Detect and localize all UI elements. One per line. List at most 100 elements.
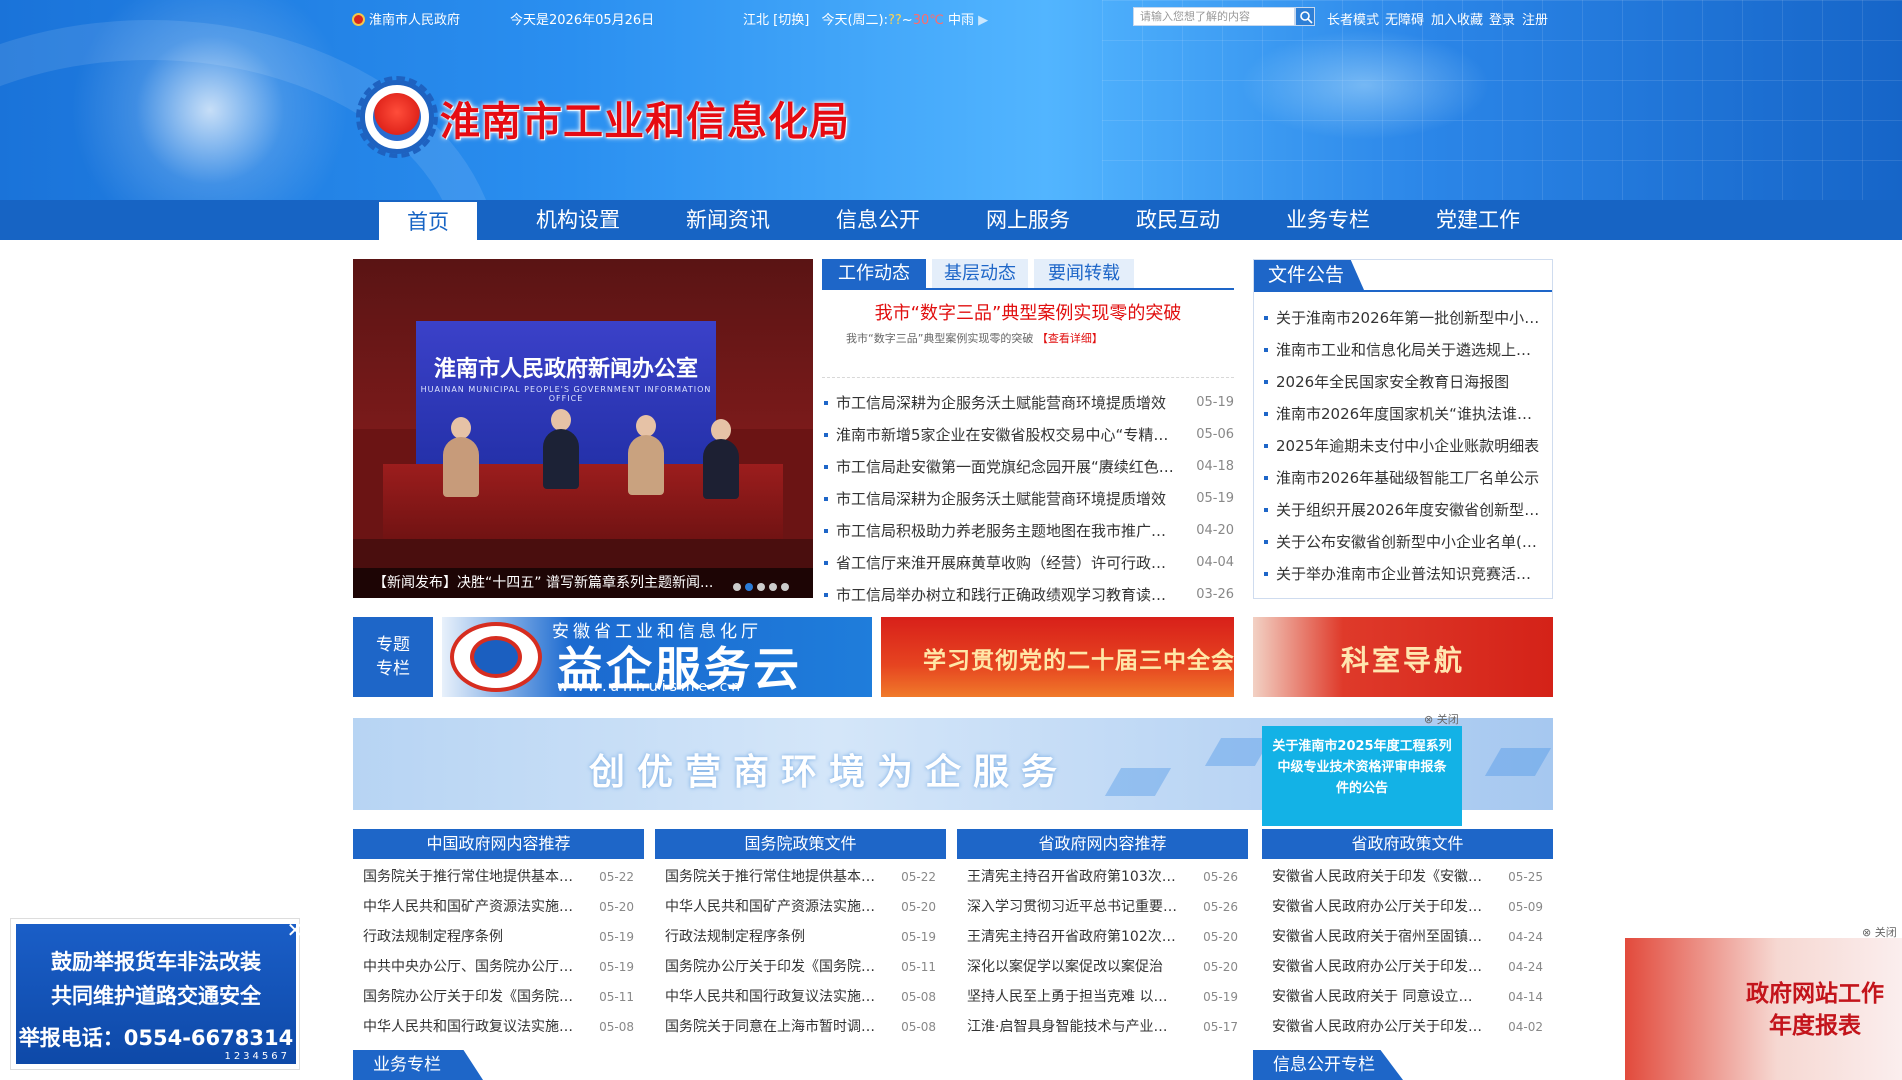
business-section-title[interactable]: 业务专栏	[353, 1050, 483, 1080]
add-favorite-link[interactable]: 加入收藏	[1431, 9, 1483, 28]
bureau-logo-icon[interactable]	[356, 76, 438, 158]
notice-item-title[interactable]: 2025年逾期未支付中小企业账款明细表	[1276, 430, 1544, 462]
news-title[interactable]: 市工信局赴安徽第一面党旗纪念园开展“赓续红色血脉”主题党日活动	[836, 451, 1176, 483]
study-banner[interactable]: 学习贯彻党的二十届三中全会精神	[881, 617, 1234, 697]
list-item[interactable]: 行政法规制定程序条例 05-19	[353, 922, 644, 952]
item-title[interactable]: 王清宪主持召开省政府第103次常务会议	[967, 862, 1177, 892]
list-item[interactable]: 国务院关于推行常住地提供基本公共服务的意见 05-22	[655, 862, 946, 892]
nav-info-disclosure[interactable]: 信息公开	[818, 200, 938, 240]
item-title[interactable]: 国务院关于同意在上海市暂时调整实施有关行政法规规定的批复	[665, 1012, 875, 1042]
list-item[interactable]: 王清宪主持召开省政府第103次常务会议 05-26	[957, 862, 1248, 892]
item-title[interactable]: 江淮·启智具身智能技术与产业发展大会	[967, 1012, 1177, 1042]
notice-item-title[interactable]: 关于淮南市2026年第一批创新型中小企业名单的公示	[1276, 302, 1544, 334]
float-report-ad[interactable]: 鼓励举报货车非法改装 共同维护道路交通安全 举报电话：0554-6678314 …	[10, 918, 303, 1070]
view-details-link[interactable]: 【查看详细】	[1037, 332, 1103, 345]
item-title[interactable]: 行政法规制定程序条例	[363, 922, 573, 952]
item-title[interactable]: 国务院关于推行常住地提供基本公共服务的意见	[665, 862, 875, 892]
list-item[interactable]: 深化以案促学以案促改以案促治 05-20	[957, 952, 1248, 982]
list-item[interactable]: 市工信局举办树立和践行正确政绩观学习教育读书班 03-26	[822, 579, 1234, 611]
close-icon[interactable]: ✕	[285, 920, 305, 941]
list-item[interactable]: 省工信厅来淮开展麻黄草收购（经营）许可行政审批工作 04-04	[822, 547, 1234, 579]
list-item[interactable]: 行政法规制定程序条例 05-19	[655, 922, 946, 952]
list-item[interactable]: 中共中央办公厅、国务院办公厅印发意见 05-19	[353, 952, 644, 982]
item-title[interactable]: 中华人民共和国矿产资源法实施条例	[665, 892, 875, 922]
register-link[interactable]: 注册	[1522, 9, 1548, 28]
nav-interaction[interactable]: 政民互动	[1118, 200, 1238, 240]
news-title[interactable]: 市工信局举办树立和践行正确政绩观学习教育读书班	[836, 579, 1176, 611]
item-title[interactable]: 安徽省人民政府关于宿州至固镇铁路项目的批复	[1272, 922, 1482, 952]
department-nav-banner[interactable]: 科室导航	[1253, 617, 1553, 697]
list-item[interactable]: 安徽省人民政府关于宿州至固镇铁路项目的批复 04-24	[1262, 922, 1553, 952]
item-title[interactable]: 安徽省人民政府办公厅关于印发行动方案的通知	[1272, 1012, 1482, 1042]
item-title[interactable]: 国务院关于推行常住地提供基本公共服务的意见	[363, 862, 573, 892]
list-item[interactable]: 安徽省人民政府关于 同意设立省级开发区的批复 04-14	[1262, 982, 1553, 1012]
list-item[interactable]: 市工信局深耕为企服务沃土赋能营商环境提质增效 05-19	[822, 387, 1234, 419]
item-title[interactable]: 王清宪主持召开省政府第102次常务会议	[967, 922, 1177, 952]
item-title[interactable]: 安徽省人民政府办公厅关于印发工作方案的通知	[1272, 952, 1482, 982]
slide-dot[interactable]	[769, 583, 777, 591]
nav-online-service[interactable]: 网上服务	[968, 200, 1088, 240]
item-title[interactable]: 中华人民共和国行政复议法实施条例	[665, 982, 875, 1012]
list-item[interactable]: 中华人民共和国行政复议法实施条例 05-08	[655, 982, 946, 1012]
news-slideshow[interactable]: 淮南市人民政府新闻办公室 HUAINAN MUNICIPAL PEOPLE'S …	[353, 259, 813, 598]
tab-reprinted-news[interactable]: 要闻转载	[1034, 259, 1134, 288]
item-title[interactable]: 坚持人民至上勇于担当克难 以实干实绩践行初心	[967, 982, 1177, 1012]
item-title[interactable]: 行政法规制定程序条例	[665, 922, 875, 952]
list-item[interactable]: 2025年逾期未支付中小企业账款明细表	[1264, 430, 1544, 462]
item-title[interactable]: 中共中央办公厅、国务院办公厅印发意见	[363, 952, 573, 982]
notice-item-title[interactable]: 关于公布安徽省创新型中小企业名单(2026年第一批)的通知	[1276, 526, 1544, 558]
item-title[interactable]: 国务院办公厅关于印发《国务院2026年度立法工作计划》的通知	[665, 952, 875, 982]
news-headline[interactable]: 我市“数字三品”典型案例实现零的突破	[822, 299, 1234, 325]
news-title[interactable]: 市工信局深耕为企服务沃土赋能营商环境提质增效	[836, 483, 1176, 515]
annual-report-ad[interactable]: 政府网站工作 年度报表	[1625, 938, 1902, 1080]
list-item[interactable]: 2026年全民国家安全教育日海报图	[1264, 366, 1544, 398]
weather-switch-link[interactable]: [切换]	[773, 13, 809, 28]
search-input[interactable]: 请输入您想了解的内容	[1133, 7, 1295, 26]
list-item[interactable]: 安徽省人民政府关于印发《安徽省推进计划》的通知 05-25	[1262, 862, 1553, 892]
slide-dot[interactable]	[757, 583, 765, 591]
notice-title[interactable]: 文件公告	[1254, 260, 1364, 290]
nav-news[interactable]: 新闻资讯	[668, 200, 788, 240]
nav-party-building[interactable]: 党建工作	[1418, 200, 1538, 240]
service-cloud-banner[interactable]: 安徽省工业和信息化厅 益企服务云 www.anhuisme.cn	[442, 617, 872, 697]
float-ad-pager[interactable]: 1234567	[224, 1051, 290, 1062]
notice-item-title[interactable]: 淮南市2026年基础级智能工厂名单公示	[1276, 462, 1544, 494]
item-title[interactable]: 深化以案促学以案促改以案促治	[967, 952, 1177, 982]
list-item[interactable]: 国务院办公厅关于印发《国务院2026年度立法工作计划》的通知 05-11	[353, 982, 644, 1012]
list-item[interactable]: 中华人民共和国矿产资源法实施条例 05-20	[655, 892, 946, 922]
list-item[interactable]: 江淮·启智具身智能技术与产业发展大会 05-17	[957, 1012, 1248, 1042]
gov-site-link[interactable]: 淮南市人民政府	[352, 9, 460, 28]
item-title[interactable]: 安徽省人民政府办公厅关于印发实施方案的通知	[1272, 892, 1482, 922]
close-popup-button[interactable]: ⊗ 关闭	[1424, 711, 1459, 727]
list-item[interactable]: 市工信局积极助力养老服务主题地图在我市推广应用 04-20	[822, 515, 1234, 547]
search-button[interactable]	[1295, 7, 1315, 26]
item-title[interactable]: 中华人民共和国行政复议法实施条例	[363, 1012, 573, 1042]
column-title[interactable]: 省政府网内容推荐	[957, 829, 1248, 859]
list-item[interactable]: 市工信局深耕为企服务沃土赋能营商环境提质增效 05-19	[822, 483, 1234, 515]
tab-work-news[interactable]: 工作动态	[822, 259, 926, 288]
notice-item-title[interactable]: 淮南市2026年度国家机关“谁执法谁普法”责任清单	[1276, 398, 1544, 430]
nav-organization[interactable]: 机构设置	[518, 200, 638, 240]
list-item[interactable]: 坚持人民至上勇于担当克难 以实干实绩践行初心 05-19	[957, 982, 1248, 1012]
login-link[interactable]: 登录	[1489, 9, 1515, 28]
column-title[interactable]: 中国政府网内容推荐	[353, 829, 644, 859]
list-item[interactable]: 深入学习贯彻习近平总书记重要讲话精神 05-26	[957, 892, 1248, 922]
notice-item-title[interactable]: 关于举办淮南市企业普法知识竞赛活动的通知	[1276, 558, 1544, 590]
slide-dot[interactable]	[745, 583, 753, 591]
list-item[interactable]: 关于公布安徽省创新型中小企业名单(2026年第一批)的通知	[1264, 526, 1544, 558]
item-title[interactable]: 国务院办公厅关于印发《国务院2026年度立法工作计划》的通知	[363, 982, 573, 1012]
item-title[interactable]: 安徽省人民政府关于印发《安徽省推进计划》的通知	[1272, 862, 1482, 892]
list-item[interactable]: 国务院办公厅关于印发《国务院2026年度立法工作计划》的通知 05-11	[655, 952, 946, 982]
elder-mode-link[interactable]: 长者模式	[1327, 9, 1379, 28]
tab-grassroots-news[interactable]: 基层动态	[932, 259, 1028, 288]
item-title[interactable]: 中华人民共和国矿产资源法实施条例	[363, 892, 573, 922]
list-item[interactable]: 淮南市2026年基础级智能工厂名单公示	[1264, 462, 1544, 494]
accessibility-link[interactable]: 无障碍	[1385, 9, 1424, 28]
slide-dot[interactable]	[733, 583, 741, 591]
list-item[interactable]: 国务院关于推行常住地提供基本公共服务的意见 05-22	[353, 862, 644, 892]
news-title[interactable]: 市工信局积极助力养老服务主题地图在我市推广应用	[836, 515, 1176, 547]
notice-item-title[interactable]: 淮南市工业和信息化局关于遴选规上工业企业的通知	[1276, 334, 1544, 366]
list-item[interactable]: 国务院关于同意在上海市暂时调整实施有关行政法规规定的批复 05-08	[655, 1012, 946, 1042]
list-item[interactable]: 中华人民共和国行政复议法实施条例 05-08	[353, 1012, 644, 1042]
column-title[interactable]: 省政府政策文件	[1262, 829, 1553, 859]
